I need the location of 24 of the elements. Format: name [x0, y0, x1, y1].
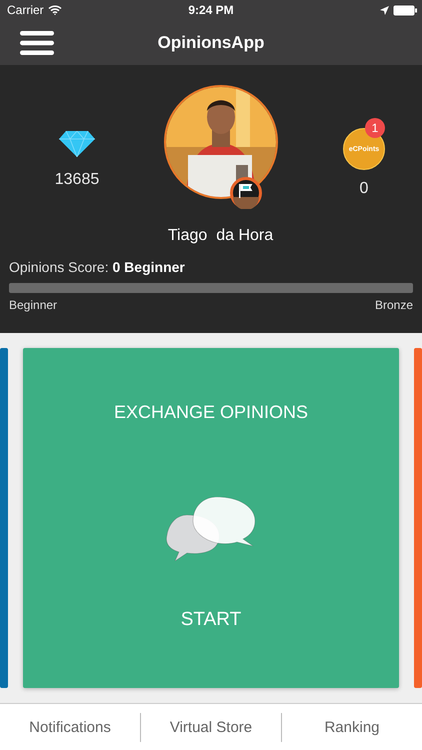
- score-label: Opinions Score: 0 Beginner: [9, 259, 186, 275]
- card-edge[interactable]: [0, 348, 8, 688]
- wifi-icon: [48, 5, 62, 15]
- app-title: OpinionsApp: [156, 32, 266, 52]
- start-label: START: [180, 609, 242, 631]
- level-start-label: Beginner: [9, 298, 58, 312]
- gem-count: 13685: [54, 171, 100, 189]
- diamond-icon: [59, 131, 95, 157]
- card-title: EXCHANGE OPINIONS: [114, 402, 308, 423]
- notification-badge: 1: [365, 118, 385, 138]
- user-name: Tiago da Hora: [168, 227, 274, 245]
- status-time: 9:24 PM: [187, 3, 235, 17]
- card-edge[interactable]: [414, 348, 422, 688]
- location-icon: [380, 6, 389, 14]
- level-end-label: Bronze: [374, 298, 413, 312]
- tab[interactable]: Notifications: [0, 704, 140, 750]
- chat-bubbles-icon: [165, 497, 257, 561]
- points-count: 0: [360, 180, 368, 198]
- flag-badge-icon: [230, 177, 262, 209]
- battery-icon: [393, 4, 417, 16]
- tab[interactable]: Ranking: [282, 704, 422, 750]
- carrier-label: Carrier: [7, 3, 44, 17]
- menu-icon[interactable]: [20, 30, 54, 54]
- tab[interactable]: Virtual Store: [141, 704, 281, 750]
